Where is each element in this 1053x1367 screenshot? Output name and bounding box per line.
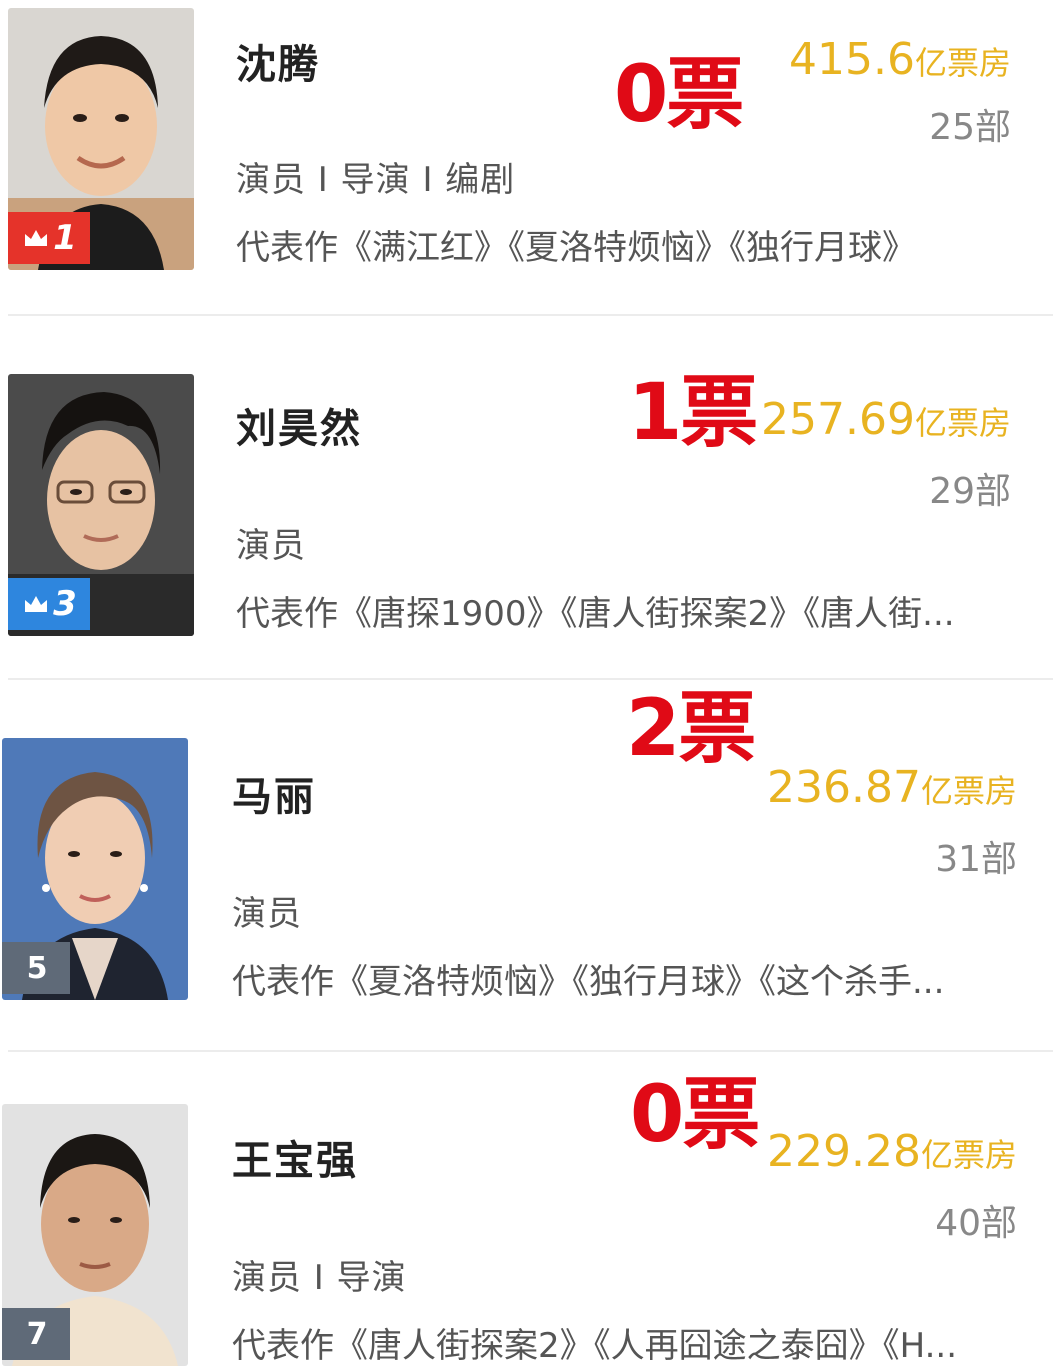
actor-photo: 7 bbox=[2, 1104, 188, 1366]
actor-name: 沈腾 bbox=[236, 42, 320, 88]
movie-count: 29部 bbox=[929, 471, 1011, 512]
crown-icon bbox=[25, 596, 48, 612]
actor-photo: 5 bbox=[2, 738, 188, 1000]
box-office-value: 415.6 bbox=[789, 34, 915, 85]
crown-icon bbox=[25, 230, 48, 246]
rank-badge: 7 bbox=[2, 1308, 70, 1360]
vote-count: 1票 bbox=[628, 368, 758, 458]
rank-badge: 3 bbox=[8, 578, 90, 630]
actor-card[interactable]: 1 沈腾 0票 415.6亿票房 25部 演员 I 导演 I 编剧 代表作《满江… bbox=[0, 0, 1053, 316]
box-office: 229.28亿票房 bbox=[767, 1126, 1017, 1177]
box-office-unit: 亿票房 bbox=[920, 772, 1017, 810]
box-office: 236.87亿票房 bbox=[767, 762, 1017, 813]
actor-photo: 1 bbox=[8, 8, 194, 270]
actor-card[interactable]: 7 王宝强 0票 229.28亿票房 40部 演员 I 导演 代表作《唐人街探案… bbox=[0, 1052, 1053, 1366]
box-office: 257.69亿票房 bbox=[761, 394, 1011, 445]
vote-count: 2票 bbox=[626, 684, 756, 774]
actor-name: 王宝强 bbox=[232, 1138, 358, 1184]
representative-works: 代表作《唐探1900》《唐人街探案2》《唐人街... bbox=[236, 594, 955, 634]
rank-number: 5 bbox=[26, 950, 48, 986]
rank-number: 1 bbox=[53, 218, 77, 258]
actor-name: 刘昊然 bbox=[236, 406, 362, 452]
rank-number: 3 bbox=[53, 584, 77, 624]
box-office-value: 236.87 bbox=[767, 762, 921, 813]
rank-badge: 1 bbox=[8, 212, 90, 264]
box-office-value: 229.28 bbox=[767, 1126, 921, 1177]
rank-badge: 5 bbox=[2, 942, 70, 994]
representative-works: 代表作《夏洛特烦恼》《独行月球》《这个杀手... bbox=[232, 962, 945, 1002]
actor-roles: 演员 I 导演 bbox=[232, 1258, 407, 1298]
actor-roles: 演员 I 导演 I 编剧 bbox=[236, 160, 516, 200]
actor-photo: 3 bbox=[8, 374, 194, 636]
box-office-unit: 亿票房 bbox=[914, 404, 1011, 442]
actor-card[interactable]: 3 刘昊然 1票 257.69亿票房 29部 演员 代表作《唐探1900》《唐人… bbox=[0, 316, 1053, 680]
vote-count: 0票 bbox=[614, 50, 744, 140]
box-office-unit: 亿票房 bbox=[914, 44, 1011, 82]
actor-card[interactable]: 5 马丽 2票 236.87亿票房 31部 演员 代表作《夏洛特烦恼》《独行月球… bbox=[0, 680, 1053, 1052]
representative-works: 代表作《满江红》《夏洛特烦恼》《独行月球》 bbox=[236, 228, 916, 268]
rank-number: 7 bbox=[26, 1316, 48, 1352]
movie-count: 40部 bbox=[935, 1203, 1017, 1244]
actor-roles: 演员 bbox=[232, 894, 302, 934]
box-office: 415.6亿票房 bbox=[789, 34, 1011, 85]
actor-roles: 演员 bbox=[236, 526, 306, 566]
movie-count: 31部 bbox=[935, 839, 1017, 880]
box-office-value: 257.69 bbox=[761, 394, 915, 445]
representative-works: 代表作《唐人街探案2》《人再囧途之泰囧》《H... bbox=[232, 1326, 958, 1366]
movie-count: 25部 bbox=[929, 107, 1011, 148]
vote-count: 0票 bbox=[630, 1070, 760, 1160]
actor-name: 马丽 bbox=[232, 774, 316, 820]
box-office-unit: 亿票房 bbox=[920, 1136, 1017, 1174]
